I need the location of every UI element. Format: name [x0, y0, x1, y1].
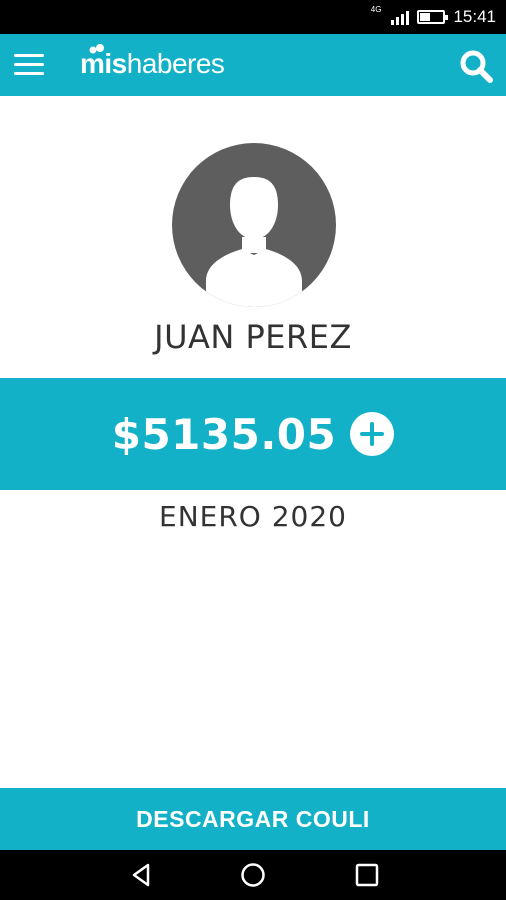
recents-icon[interactable] [354, 862, 380, 888]
logo-mark-icon [89, 44, 104, 54]
status-time: 15:41 [453, 7, 496, 26]
user-name: JUAN PEREZ [154, 318, 352, 356]
search-button[interactable] [458, 48, 494, 84]
period-label: ENERO 2020 [159, 500, 347, 533]
balance-amount: $5135.05 [111, 409, 337, 459]
menu-icon [14, 54, 44, 75]
avatar-icon [206, 177, 302, 307]
avatar [172, 143, 336, 307]
back-icon[interactable] [128, 862, 154, 888]
app-bar: mis haberes [0, 34, 506, 96]
app-logo: mis haberes [80, 44, 225, 82]
balance-band: $5135.05 [0, 378, 506, 490]
battery-icon [417, 10, 449, 24]
system-nav-bar [0, 850, 506, 900]
plus-icon[interactable] [350, 412, 395, 456]
status-bar: 4G 15:41 [0, 0, 506, 34]
signal-icon [391, 9, 410, 25]
menu-button[interactable] [14, 54, 44, 76]
home-icon[interactable] [240, 862, 266, 888]
search-icon [460, 50, 493, 83]
app-screen: 4G 15:41 mis haberes JUAN PEREZ $5135.05… [0, 0, 506, 900]
network-type: 4G [370, 5, 382, 14]
logo-text-light: haberes [126, 48, 225, 79]
download-button[interactable]: DESCARGAR COULI [0, 788, 506, 850]
